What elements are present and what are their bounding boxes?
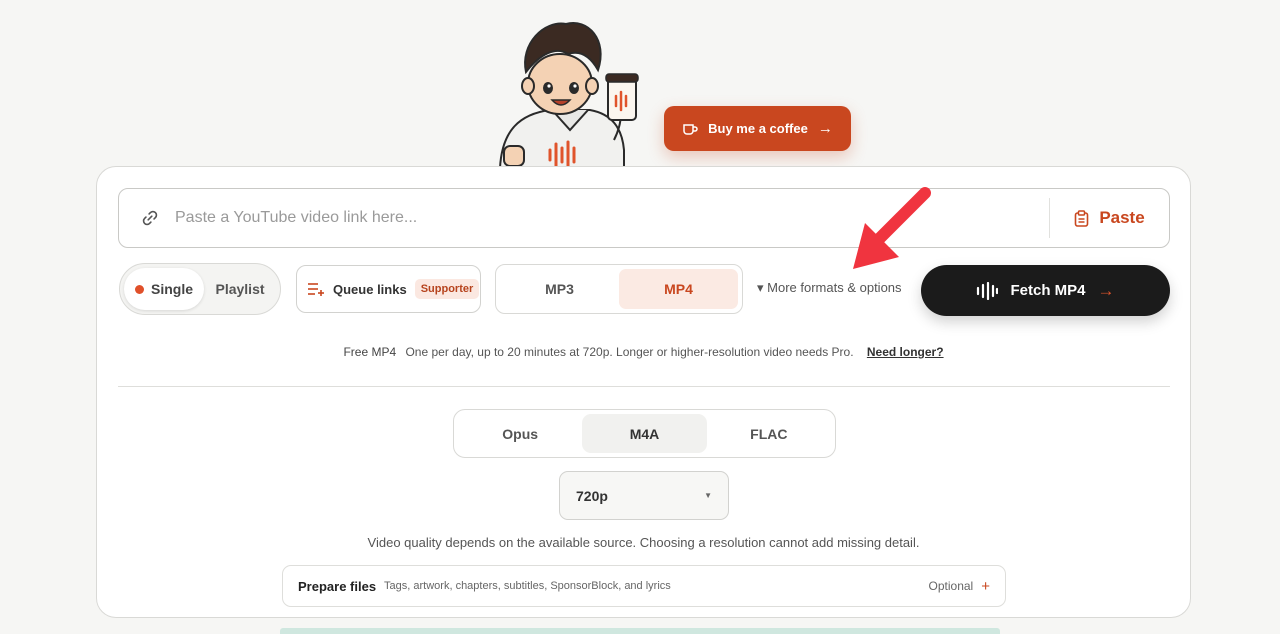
single-label: Single	[150, 281, 193, 297]
plus-icon: +	[981, 577, 990, 595]
playlist-option[interactable]: Playlist	[204, 268, 276, 310]
playlist-label: Playlist	[215, 281, 265, 297]
fetch-button[interactable]: Fetch MP4 →	[921, 265, 1170, 316]
single-option[interactable]: Single	[124, 268, 204, 310]
mp3-option[interactable]: MP3	[500, 269, 619, 309]
paste-button[interactable]: Paste	[1049, 198, 1169, 238]
selected-dot-icon	[134, 284, 144, 294]
chevron-down-icon: ▼	[704, 491, 712, 500]
mp3-label: MP3	[545, 281, 574, 297]
free-tier-text: One per day, up to 20 minutes at 720p. L…	[405, 345, 854, 359]
queue-links-label: Queue links	[333, 281, 407, 297]
resolution-select[interactable]: 720p ▼	[559, 471, 729, 520]
divider	[118, 386, 1170, 387]
audio-format-toggle: Opus M4A FLAC	[453, 409, 836, 458]
format-toggle: MP3 MP4	[495, 264, 743, 314]
free-tier-label: Free MP4	[343, 345, 397, 359]
supporter-badge: Supporter	[414, 279, 480, 299]
prepare-files-description: Tags, artwork, chapters, subtitles, Spon…	[384, 580, 671, 592]
coffee-cup-icon	[683, 123, 698, 135]
mp4-label: MP4	[664, 281, 693, 297]
queue-add-icon	[308, 283, 324, 296]
arrow-right-icon: →	[1097, 280, 1115, 300]
resolution-value: 720p	[576, 487, 608, 504]
free-tier-info: Free MP4 One per day, up to 20 minutes a…	[97, 345, 1190, 359]
bottom-panel-edge	[280, 628, 1000, 634]
fetch-label: Fetch MP4	[1010, 282, 1086, 299]
paste-label: Paste	[1099, 208, 1145, 227]
clipboard-icon	[1075, 209, 1089, 227]
m4a-label: M4A	[629, 425, 660, 442]
mp4-option[interactable]: MP4	[619, 269, 738, 309]
annotation-arrow-icon	[853, 187, 931, 269]
mascot-illustration	[498, 22, 639, 170]
prepare-files-row[interactable]: Prepare files Tags, artwork, chapters, s…	[282, 565, 1006, 607]
need-longer-link[interactable]: Need longer?	[867, 345, 944, 359]
opus-option[interactable]: Opus	[458, 414, 582, 453]
buy-coffee-button[interactable]: Buy me a coffee →	[664, 106, 851, 151]
buy-coffee-label: Buy me a coffee	[708, 121, 808, 136]
optional-label: Optional	[928, 579, 974, 593]
prepare-files-title: Prepare files	[298, 578, 377, 594]
flac-option[interactable]: FLAC	[707, 414, 831, 453]
flac-label: FLAC	[750, 425, 788, 442]
queue-links-button[interactable]: Queue links Supporter	[296, 265, 481, 313]
m4a-option[interactable]: M4A	[582, 414, 707, 453]
arrow-right-icon: →	[817, 120, 833, 137]
url-input-bar: Paste	[118, 188, 1170, 248]
downloader-card: Paste Single Playlist Queue links Suppor…	[96, 166, 1191, 618]
sound-wave-icon	[977, 281, 999, 300]
single-playlist-toggle: Single Playlist	[119, 263, 281, 315]
link-icon	[142, 210, 158, 226]
more-formats-link[interactable]: ▾ More formats & options	[757, 280, 902, 296]
quality-note: Video quality depends on the available s…	[367, 535, 920, 550]
opus-label: Opus	[502, 425, 539, 442]
